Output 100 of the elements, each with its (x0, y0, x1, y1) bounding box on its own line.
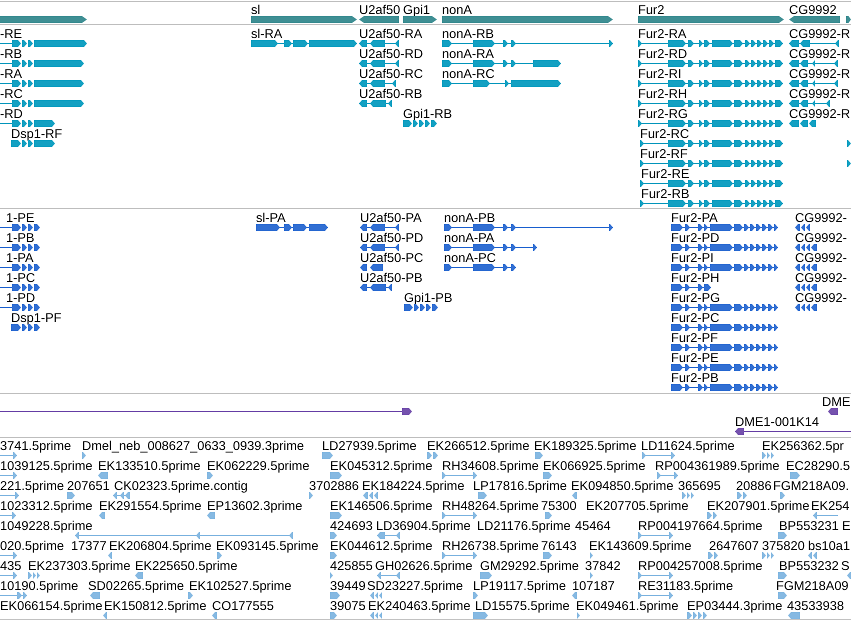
est-label: LD27939.5prime (322, 438, 417, 452)
protein-label: nonA-PB (444, 210, 496, 224)
gene-label: Gpi1 (403, 2, 430, 16)
protein-label: Gpi1-PB (404, 290, 452, 304)
est-label: EK256362.5pr (762, 438, 844, 452)
transcript-label: Fur2-RB (641, 186, 690, 200)
protein-label: Fur2-PH (671, 270, 720, 284)
protein-label: Fur2-PI (671, 250, 714, 264)
est-label: 365695 (678, 478, 721, 492)
transcript-label: Gpi1-RB (403, 106, 452, 120)
transcript-label: Fur2-RD (638, 46, 688, 60)
est-label: RE31183.5prime (638, 578, 734, 592)
est-label: EK150812.5prime (104, 598, 206, 612)
est-label: EK206804.5prime (109, 538, 212, 552)
gene-label: U2af50 (359, 2, 400, 16)
est-label: LP17816.5prime (473, 478, 567, 492)
est-label: 43533938 (787, 598, 844, 612)
protein-label: Dsp1-PF (11, 310, 62, 324)
transcript-label: Fur2-RH (638, 86, 688, 100)
transcript-label: Fur2-RE (641, 166, 690, 180)
est-label: RP004197664.5prime (638, 518, 763, 532)
est-label: 3741.5prime (0, 438, 72, 452)
est-label: 39449 (330, 578, 366, 592)
est-label: 39075 (330, 598, 366, 612)
est-label: 1049228.5prime (0, 518, 92, 532)
protein-label: Fur2-PF (671, 330, 718, 344)
transcript-label: -RC (0, 86, 23, 100)
est-label: EK066925.5prime (543, 458, 646, 472)
est-label: EK049461.5prime (576, 598, 678, 612)
transcript-label: sl-RA (251, 26, 282, 40)
est-label: LD15575.5prime (475, 598, 570, 612)
est-label: SD02265.5prime (88, 578, 184, 592)
est-label: GH02626.5prime (375, 558, 472, 572)
transcript-label: nonA-RC (442, 66, 495, 80)
est-label: 375820 (762, 538, 805, 552)
transcript-label: U2af50-RA (359, 26, 422, 40)
protein-label: CG9992- (795, 290, 847, 304)
est-label: EK143609.5prime (589, 538, 692, 552)
transcript-label: nonA-RB (442, 26, 494, 40)
protein-label: U2af50-PB (360, 270, 423, 284)
est-label: LD36904.5prime (376, 518, 471, 532)
protein-label: U2af50-PC (360, 250, 424, 264)
est-label: LD21176.5prime (477, 518, 571, 532)
est-label: EK102527.5prime (189, 578, 292, 592)
transcript-label: CG9992-R (789, 106, 850, 120)
transcript-label: Fur2-RI (638, 66, 682, 80)
est-label: 20886 (736, 478, 772, 492)
transcript-label: -RE (0, 26, 22, 40)
est-label: 37842 (585, 558, 621, 572)
protein-label: 1-PE (6, 210, 34, 224)
est-label: 020.5prime (0, 538, 64, 552)
transcript-label: U2af50-RC (359, 66, 424, 80)
est-label: 2647607 (709, 538, 759, 552)
est-label: EK291554.5prime (99, 498, 202, 512)
protein-label: 1-PC (6, 270, 36, 284)
protein-label: CG9992- (795, 210, 847, 224)
transcript-label: CG9992-R (789, 46, 850, 60)
est-label: EK066154.5prime (0, 598, 102, 612)
protein-label: Fur2-PA (671, 210, 718, 224)
transcript-label: -RB (0, 46, 22, 60)
est-label: 3702886 (309, 478, 359, 492)
est-label: S (841, 558, 850, 572)
est-label: EK093145.5prime (216, 538, 318, 552)
gene-label: sl (251, 2, 260, 16)
est-label: EP03444.3prime (687, 598, 782, 612)
transcript-label: CG9992-R (789, 26, 850, 40)
est-label: 10190.5prime (0, 578, 78, 592)
protein-label: U2af50-PA (360, 210, 422, 224)
est-label: GM29292.5prime (480, 558, 579, 572)
clone-label: DME1-001K14 (735, 414, 819, 428)
est-label: 45464 (575, 518, 611, 532)
est-label: 76143 (541, 538, 577, 552)
protein-label: U2af50-PD (360, 230, 424, 244)
protein-label: Fur2-PD (671, 230, 720, 244)
est-label: 75300 (541, 498, 577, 512)
protein-label: 1-PA (6, 250, 34, 264)
est-label: 17377 (71, 538, 107, 552)
est-label: RP004257008.5prime (638, 558, 763, 572)
est-label: FGM218A09. (773, 478, 850, 492)
est-label: BP553231 (779, 518, 839, 532)
est-label: EK207705.5prime (586, 498, 688, 512)
est-label: RH26738.5prime (442, 538, 539, 552)
protein-label: 1-PB (6, 230, 34, 244)
protein-label: CG9992- (795, 250, 847, 264)
est-label: EK094850.5prime (571, 478, 674, 492)
transcript-label: U2af50-RD (359, 46, 424, 60)
transcript-label: -RD (0, 106, 23, 120)
transcript-label: Fur2-RA (638, 26, 686, 40)
est-label: EK189325.5prime (534, 438, 636, 452)
transcript-label: Fur2-RC (640, 126, 690, 140)
gene-label: CG9992 (789, 2, 837, 16)
est-label: CO177555 (212, 598, 274, 612)
est-label: EK044612.5prime (330, 538, 432, 552)
protein-label: Fur2-PB (671, 370, 719, 384)
est-label: Dmel_neb_008627_0633_0939.3prime (82, 438, 304, 452)
transcript-label: nonA-RA (442, 46, 494, 60)
est-label: FGM218A09 (776, 578, 849, 592)
est-label: LD11624.5prime (641, 438, 735, 452)
transcript-label: CG9992-R (789, 66, 850, 80)
est-label: EK254 (811, 498, 850, 512)
